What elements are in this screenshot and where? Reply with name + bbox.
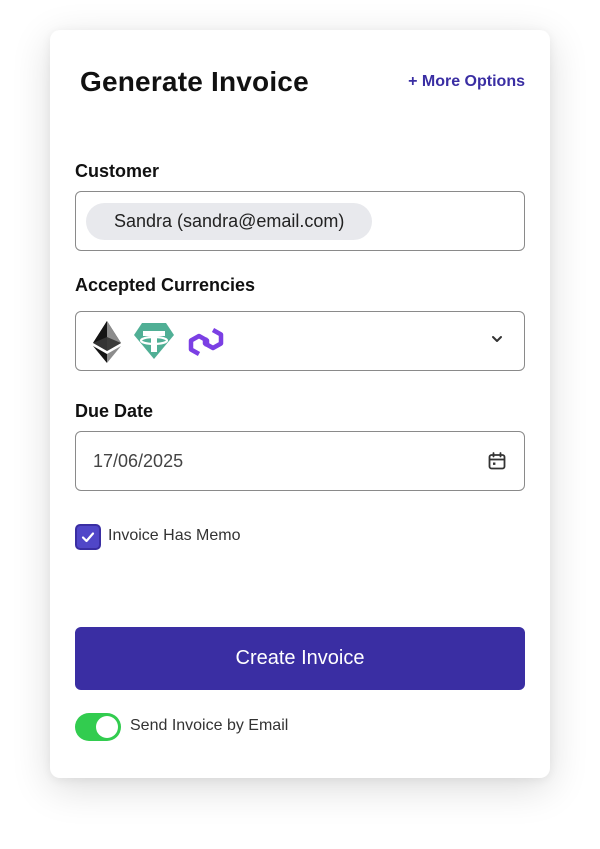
invoice-card: Generate Invoice + More Options Customer… [50, 30, 550, 778]
memo-checkbox[interactable] [75, 524, 101, 550]
email-toggle[interactable] [75, 713, 121, 741]
customer-label: Customer [75, 161, 160, 181]
create-invoice-button[interactable]: Create Invoice [75, 627, 525, 690]
currencies-label: Accepted Currencies [75, 275, 256, 295]
chevron-down-icon [492, 336, 502, 342]
calendar-icon[interactable] [487, 451, 507, 471]
checkmark-icon [81, 532, 95, 543]
due-date-label: Due Date [75, 401, 154, 421]
page-title: Generate Invoice [80, 66, 309, 97]
toggle-knob [96, 716, 118, 738]
customer-field[interactable]: Sandra (sandra@email.com) [75, 191, 525, 251]
polygon-icon [188, 328, 224, 356]
due-date-value: 17/06/2025 [93, 451, 184, 471]
tether-icon [134, 323, 174, 359]
more-options-link[interactable]: + More Options [408, 73, 525, 91]
customer-chip[interactable]: Sandra (sandra@email.com) [86, 203, 373, 240]
memo-label: Invoice Has Memo [108, 527, 241, 544]
email-toggle-label: Send Invoice by Email [130, 717, 289, 734]
due-date-field[interactable]: 17/06/2025 [75, 431, 525, 491]
ethereum-icon [93, 321, 121, 363]
currencies-select[interactable] [75, 311, 525, 371]
